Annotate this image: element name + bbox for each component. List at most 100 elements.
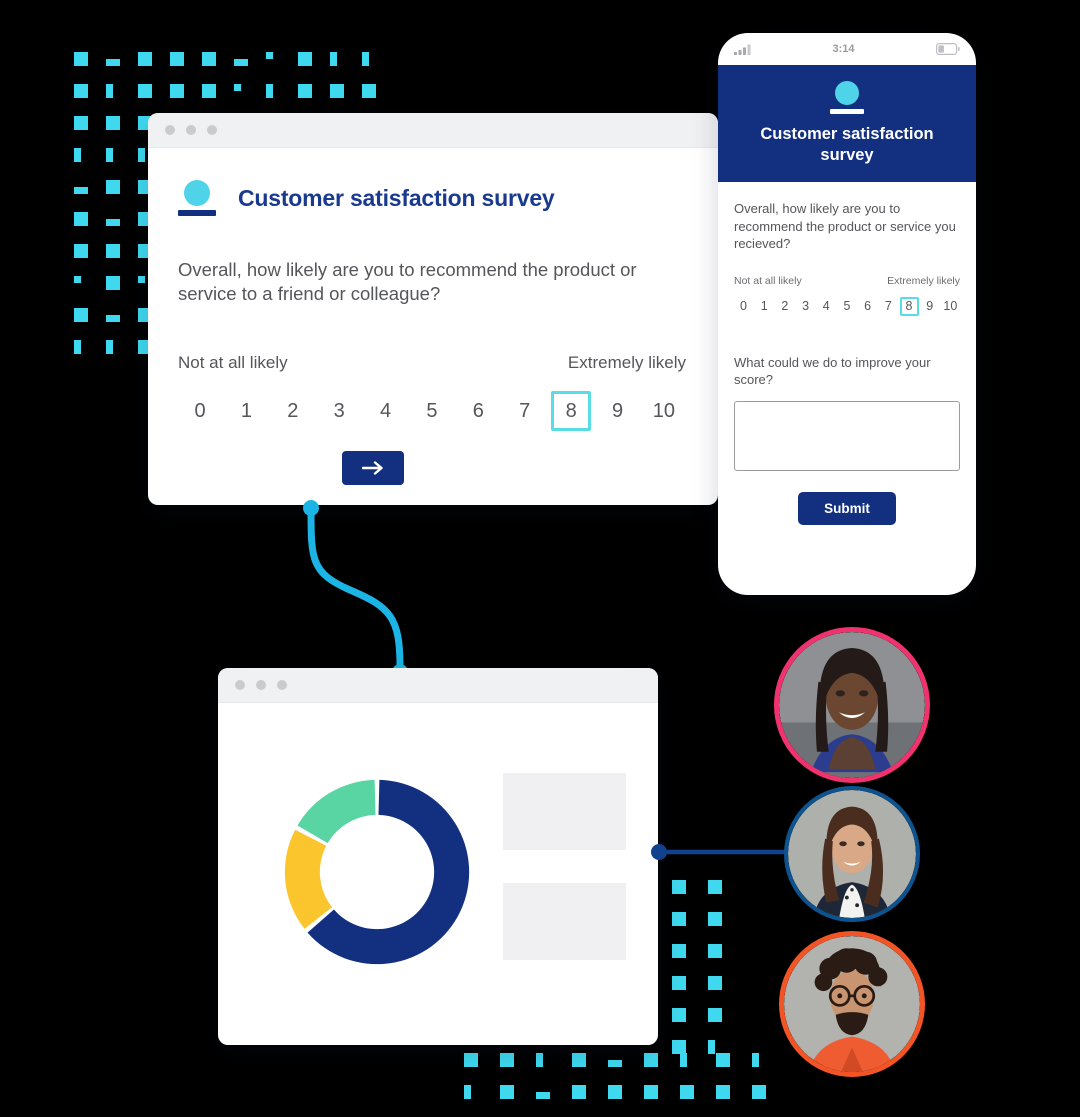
donut-slice-Detractors[interactable] (297, 779, 376, 844)
donut-slice-Passives[interactable] (284, 829, 333, 929)
window-titlebar (148, 113, 718, 148)
window-minimize-dot[interactable] (186, 125, 196, 135)
next-button[interactable] (342, 451, 404, 486)
avatar-2[interactable] (784, 786, 920, 922)
decor-dot (74, 308, 88, 322)
scale-option-0[interactable]: 0 (180, 391, 220, 431)
scale-option-9[interactable]: 9 (598, 391, 638, 431)
decor-dot (536, 1092, 550, 1099)
scale-option-2[interactable]: 2 (273, 391, 313, 431)
decor-dot (74, 116, 88, 130)
scale-option-6[interactable]: 6 (458, 391, 498, 431)
scale-option-1[interactable]: 1 (755, 297, 774, 316)
phone-submit-row: Submit (734, 491, 960, 525)
scale-low-label: Not at all likely (178, 353, 288, 373)
scale-option-8[interactable]: 8 (899, 296, 919, 316)
decor-dot (74, 340, 81, 354)
scale-option-9[interactable]: 9 (920, 297, 939, 316)
decor-dot (74, 148, 81, 162)
decor-dot (716, 1085, 730, 1099)
decor-dot (572, 1053, 586, 1067)
decor-dot (680, 1085, 694, 1099)
submit-button[interactable]: Submit (798, 491, 896, 525)
decor-dot (362, 52, 369, 66)
scale-option-6[interactable]: 6 (858, 297, 877, 316)
comment-textarea[interactable] (734, 400, 960, 471)
decor-dot (170, 84, 184, 98)
avatar-photo-1 (779, 632, 925, 778)
decor-dot (708, 912, 722, 926)
donut-chart (280, 775, 474, 974)
decor-dot (752, 1085, 766, 1099)
decor-dot (572, 1085, 586, 1099)
avatar-1[interactable] (774, 627, 930, 783)
arrow-right-icon (362, 461, 383, 475)
scale-high-label: Extremely likely (567, 353, 686, 373)
decor-dot (74, 212, 88, 226)
scale-option-8[interactable]: 8 (551, 391, 592, 432)
decor-dot (74, 52, 88, 66)
decor-dot (298, 52, 312, 66)
phone-status-bar: 3:14 (718, 33, 976, 65)
window-maximize-dot[interactable] (207, 125, 217, 135)
decor-dot (106, 59, 120, 66)
phone-scale-low-label: Not at all likely (734, 274, 802, 287)
avatar-photo-2 (788, 790, 916, 918)
chart-content (218, 703, 658, 1045)
avatar-3[interactable] (779, 931, 925, 1077)
decor-dot (74, 276, 81, 283)
decor-dot (106, 116, 120, 130)
decor-dot (536, 1053, 543, 1067)
window-close-dot[interactable] (235, 680, 245, 690)
scale-option-7[interactable]: 7 (505, 391, 545, 431)
decor-dot (106, 276, 120, 290)
scale-option-5[interactable]: 5 (412, 391, 452, 431)
decor-dot (138, 52, 152, 66)
decor-dot (464, 1085, 471, 1099)
scale-option-5[interactable]: 5 (837, 297, 856, 316)
decor-dot (330, 84, 344, 98)
decor-dot (500, 1053, 514, 1067)
illustration-canvas: Customer satisfaction survey Overall, ho… (0, 0, 1080, 1116)
person-logo-icon (178, 180, 216, 216)
decor-dot (608, 1060, 622, 1067)
chart-window-titlebar (218, 668, 658, 703)
survey-question: Overall, how likely are you to recommend… (178, 259, 637, 305)
decor-dot (138, 276, 145, 283)
scale-option-0[interactable]: 0 (734, 297, 753, 316)
scale-option-10[interactable]: 10 (644, 391, 684, 431)
decor-dot (138, 84, 152, 98)
phone-mockup: 3:14 Customer satisfaction survey Overal… (718, 33, 976, 595)
nps-scale[interactable]: 0 1 2 3 4 5 6 7 8 9 10 (178, 391, 688, 432)
scale-option-4[interactable]: 4 (817, 297, 836, 316)
survey-to-chart-connector (303, 500, 408, 680)
window-minimize-dot[interactable] (256, 680, 266, 690)
window-maximize-dot[interactable] (277, 680, 287, 690)
survey-header: Customer satisfaction survey (178, 180, 688, 216)
decor-dot (708, 976, 722, 990)
scale-option-2[interactable]: 2 (775, 297, 794, 316)
window-close-dot[interactable] (165, 125, 175, 135)
decor-dot (672, 1008, 686, 1022)
decor-dot (74, 244, 88, 258)
scale-option-3[interactable]: 3 (796, 297, 815, 316)
decor-dot (74, 187, 88, 194)
decor-dot (106, 244, 120, 258)
decor-dot (234, 84, 241, 91)
decor-dot (330, 52, 337, 66)
scale-option-4[interactable]: 4 (366, 391, 406, 431)
dot-grid-bottom (464, 1053, 788, 1117)
decor-dot (708, 1008, 722, 1022)
phone-survey-form: Overall, how likely are you to recommend… (718, 182, 976, 525)
decor-dot (708, 944, 722, 958)
phone-nps-scale[interactable]: 0 1 2 3 4 5 6 7 8 9 10 (734, 296, 960, 316)
phone-scale-high-label: Extremely likely (887, 274, 960, 287)
scale-option-10[interactable]: 10 (941, 297, 960, 316)
chart-to-avatar-connector (651, 844, 791, 860)
phone-scale-endpoint-labels: Not at all likely Extremely likely (734, 275, 960, 287)
scale-option-3[interactable]: 3 (319, 391, 359, 431)
decor-dot (106, 148, 113, 162)
scale-option-1[interactable]: 1 (226, 391, 266, 431)
avatar-photo-3 (784, 936, 920, 1072)
scale-option-7[interactable]: 7 (879, 297, 898, 316)
